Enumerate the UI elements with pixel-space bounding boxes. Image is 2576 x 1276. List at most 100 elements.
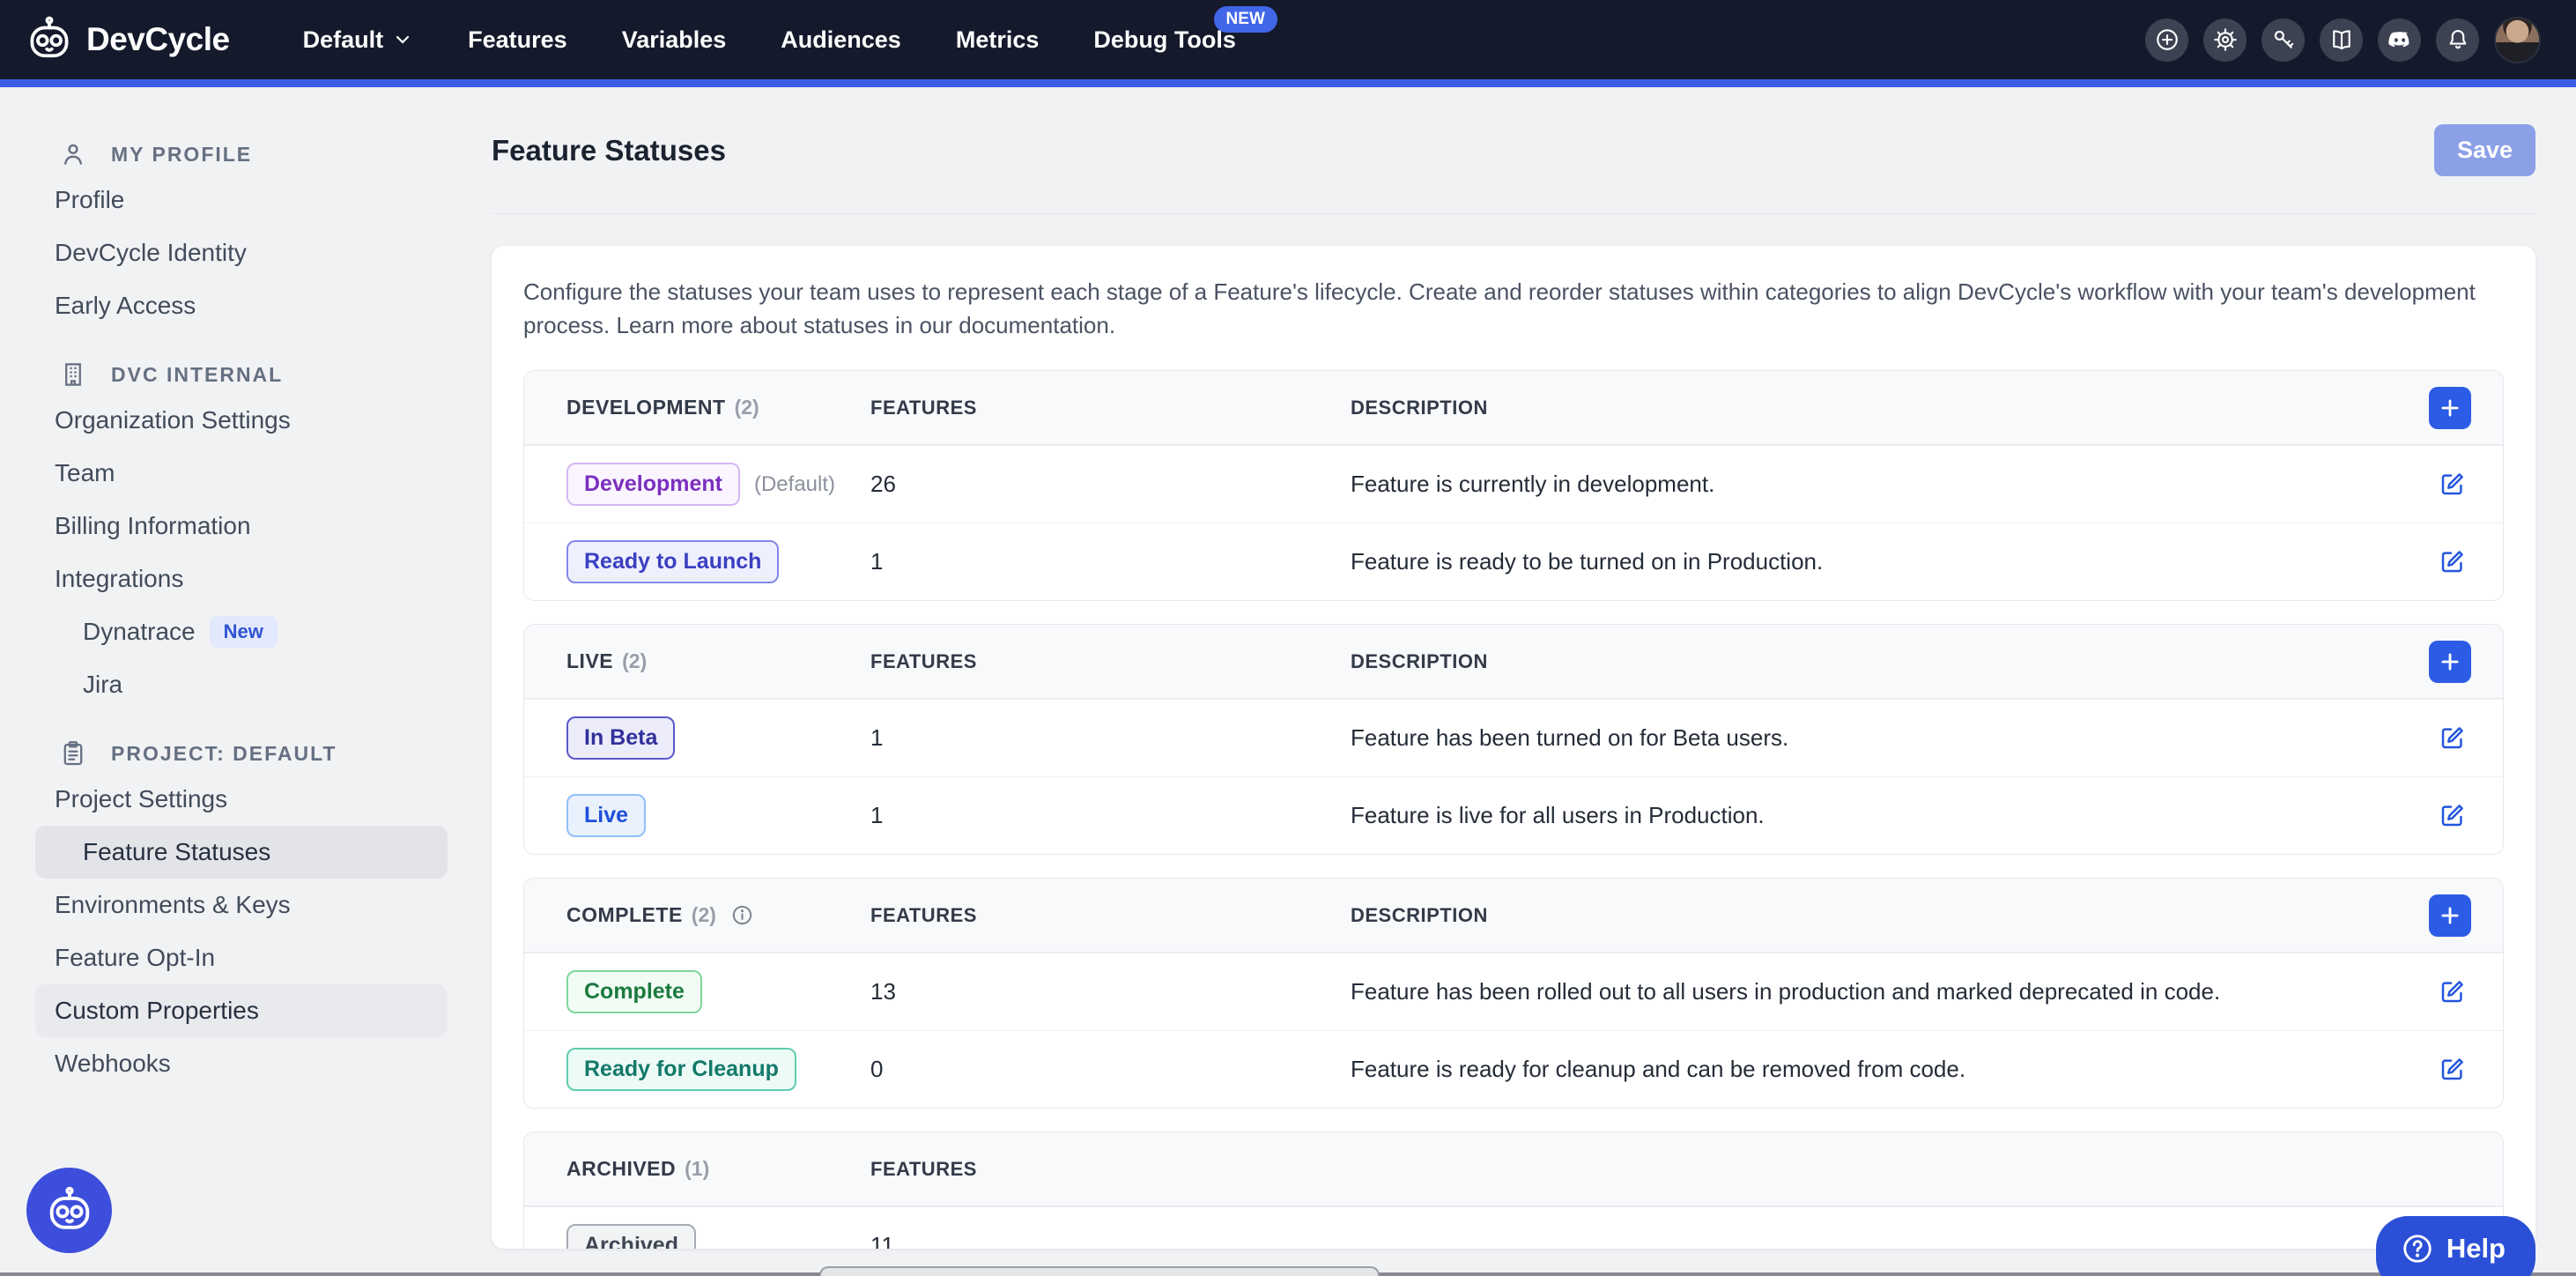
status-badge-cell: In Beta xyxy=(566,716,870,760)
sidebar-item-label: Custom Properties xyxy=(55,997,259,1025)
save-button[interactable]: Save xyxy=(2434,124,2535,176)
add-status-button[interactable] xyxy=(2429,387,2471,429)
pencil-icon xyxy=(2437,800,2468,831)
section-name-cell: ARCHIVED(1) xyxy=(566,1157,870,1181)
column-header-features: FEATURES xyxy=(870,1158,1351,1181)
feature-count: 0 xyxy=(870,1056,1351,1083)
pencil-icon xyxy=(2437,1054,2468,1085)
status-section-archived: ARCHIVED(1)FEATURES Archived 11 xyxy=(523,1131,2504,1249)
help-label: Help xyxy=(2446,1233,2506,1265)
status-description: Feature has been turned on for Beta user… xyxy=(1351,724,2397,752)
pencil-icon xyxy=(2437,723,2468,753)
status-badge: In Beta xyxy=(566,716,675,760)
discord-icon[interactable] xyxy=(2378,19,2421,62)
column-header-features: FEATURES xyxy=(870,397,1351,419)
sidebar-item-label: Webhooks xyxy=(55,1050,171,1078)
edit-status-button[interactable] xyxy=(2437,546,2468,577)
new-badge: New xyxy=(210,616,278,648)
sidebar-item-project-settings[interactable]: Project Settings xyxy=(35,773,448,826)
section-count: (2) xyxy=(622,649,647,673)
devcycle-bot-button[interactable] xyxy=(26,1168,112,1253)
status-description: Feature is live for all users in Product… xyxy=(1351,802,2397,829)
sidebar-item-integrations[interactable]: Integrations xyxy=(35,553,448,605)
status-row: Ready to Launch1Feature is ready to be t… xyxy=(524,523,2503,600)
nav-item-label: Metrics xyxy=(956,26,1040,54)
sidebar-item-early-access[interactable]: Early Access xyxy=(35,279,448,332)
new-badge: NEW xyxy=(1214,6,1277,33)
add-circle-icon[interactable] xyxy=(2145,19,2188,62)
sidebar-item-environments-keys[interactable]: Environments & Keys xyxy=(35,879,448,931)
feature-count: 1 xyxy=(870,548,1351,575)
nav-item-default[interactable]: Default xyxy=(279,0,438,79)
main-content: Feature Statuses Save Configure the stat… xyxy=(483,87,2576,1276)
edit-status-button[interactable] xyxy=(2437,723,2468,753)
sidebar-section-title: DVC INTERNAL xyxy=(111,363,283,387)
edit-status-button[interactable] xyxy=(2437,976,2468,1007)
user-avatar[interactable] xyxy=(2494,17,2541,63)
status-badge-cell: Ready for Cleanup xyxy=(566,1048,870,1091)
sidebar-item-label: Billing Information xyxy=(55,512,251,540)
status-badge: Development xyxy=(566,463,740,506)
sidebar-item-label: Organization Settings xyxy=(55,406,291,434)
devcycle-logo[interactable]: DevCycle xyxy=(25,15,230,64)
page-title: Feature Statuses xyxy=(492,134,726,167)
sidebar-item-feature-statuses[interactable]: Feature Statuses xyxy=(35,826,448,879)
section-count: (1) xyxy=(685,1157,709,1181)
sidebar-item-organization-settings[interactable]: Organization Settings xyxy=(35,394,448,447)
nav-icon-group xyxy=(2145,17,2541,63)
edit-status-button[interactable] xyxy=(2437,1054,2468,1085)
add-status-button[interactable] xyxy=(2429,641,2471,683)
nav-item-label: Features xyxy=(468,26,567,54)
building-icon xyxy=(58,360,88,389)
nav-item-metrics[interactable]: Metrics xyxy=(932,0,1063,79)
status-sections: DEVELOPMENT(2)FEATURESDESCRIPTIONDevelop… xyxy=(523,370,2504,1249)
status-badge: Complete xyxy=(566,970,702,1013)
sidebar-item-label: Environments & Keys xyxy=(55,891,291,919)
nav-item-audiences[interactable]: Audiences xyxy=(757,0,925,79)
nav-item-label: Variables xyxy=(622,26,727,54)
sidebar-section-title: PROJECT: DEFAULT xyxy=(111,742,337,766)
nav-menu: Default Features Variables Audiences Metrics… xyxy=(279,0,1260,79)
docs-book-icon[interactable] xyxy=(2320,19,2363,62)
gear-icon[interactable] xyxy=(2203,19,2247,62)
card-description: Configure the statuses your team uses to… xyxy=(523,276,2504,342)
sidebar-item-jira[interactable]: Jira xyxy=(35,658,448,711)
edit-status-button[interactable] xyxy=(2437,800,2468,831)
sidebar-item-team[interactable]: Team xyxy=(35,447,448,500)
sidebar-item-label: Dynatrace xyxy=(83,618,196,646)
devcycle-robot-icon xyxy=(25,15,74,64)
status-badge: Live xyxy=(566,794,646,837)
edit-status-button[interactable] xyxy=(2437,469,2468,500)
status-badge: Ready to Launch xyxy=(566,540,779,583)
sidebar-item-profile[interactable]: Profile xyxy=(35,174,448,226)
help-button[interactable]: Help xyxy=(2376,1216,2535,1276)
bell-icon[interactable] xyxy=(2436,19,2479,62)
sidebar-item-label: Early Access xyxy=(55,292,196,320)
sidebar-item-label: Jira xyxy=(83,671,122,699)
status-description: Feature is currently in development. xyxy=(1351,471,2397,498)
sidebar-item-webhooks[interactable]: Webhooks xyxy=(35,1037,448,1090)
status-badge-cell: Ready to Launch xyxy=(566,540,870,583)
nav-item-label: Default xyxy=(303,26,384,54)
sidebar-item-dynatrace[interactable]: Dynatrace New xyxy=(35,605,448,658)
column-header-description: DESCRIPTION xyxy=(1351,904,2397,927)
nav-item-debug-tools[interactable]: NEWDebug Tools xyxy=(1070,0,1260,79)
column-header-features: FEATURES xyxy=(870,904,1351,927)
section-header: LIVE(2)FEATURESDESCRIPTION xyxy=(524,625,2503,699)
feature-count: 11 xyxy=(870,1232,1351,1249)
add-status-button[interactable] xyxy=(2429,894,2471,937)
sidebar-item-devcycle-identity[interactable]: DevCycle Identity xyxy=(35,226,448,279)
nav-item-features[interactable]: Features xyxy=(444,0,591,79)
sidebar-item-feature-opt-in[interactable]: Feature Opt-In xyxy=(35,931,448,984)
sidebar-item-billing-information[interactable]: Billing Information xyxy=(35,500,448,553)
key-icon[interactable] xyxy=(2261,19,2305,62)
nav-item-variables[interactable]: Variables xyxy=(598,0,751,79)
sidebar-item-custom-properties[interactable]: Custom Properties xyxy=(35,984,448,1037)
status-badge: Archived xyxy=(566,1224,696,1249)
plus-icon xyxy=(2439,904,2461,927)
partially-visible-panel xyxy=(819,1266,1380,1276)
status-row: In Beta 1Feature has been turned on for B… xyxy=(524,699,2503,776)
info-icon[interactable] xyxy=(730,903,754,927)
section-name-cell: LIVE(2) xyxy=(566,649,870,673)
feature-count: 1 xyxy=(870,724,1351,752)
